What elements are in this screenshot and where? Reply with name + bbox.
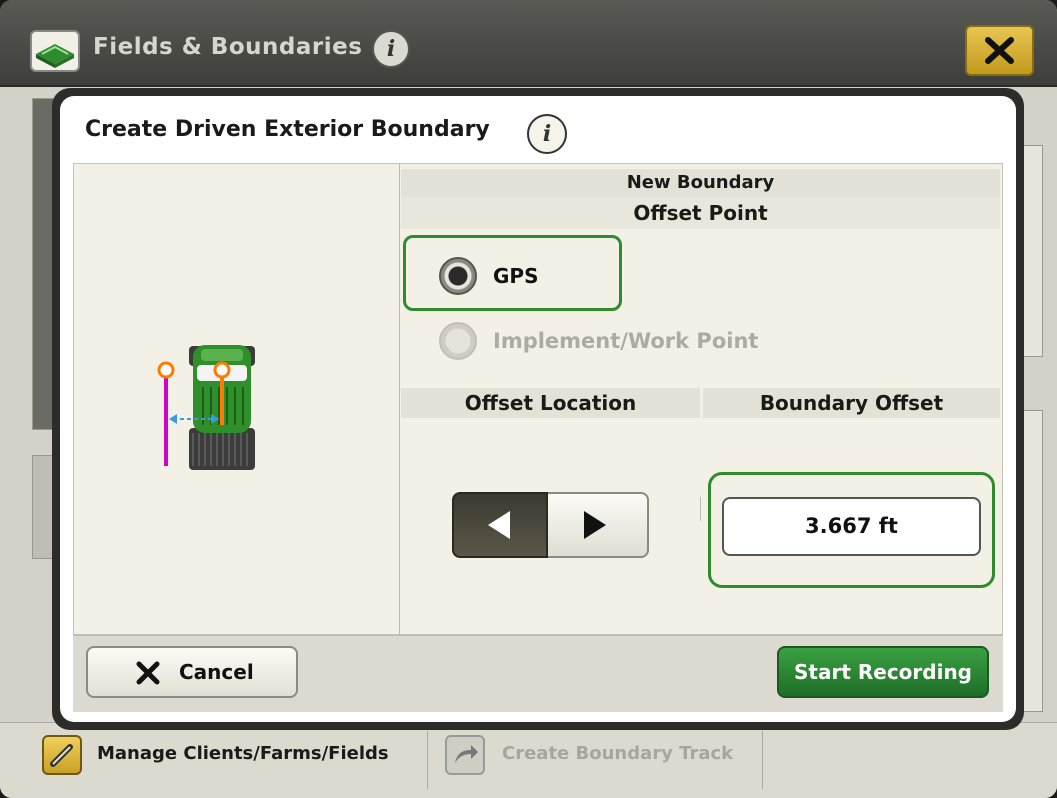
app-window: Fields & Boundaries i Manage Clients/Far… [0,0,1057,798]
fields-boundaries-icon [30,30,80,72]
close-button[interactable] [965,25,1034,76]
arrow-right-icon [584,511,606,539]
close-icon [136,661,160,685]
app-title: Fields & Boundaries [93,34,363,60]
implement-work-point-label: Implement/Work Point [493,329,759,353]
implement-work-point-radio [439,322,477,360]
title-bar: Fields & Boundaries i [0,0,1057,87]
offset-right-button[interactable] [548,492,649,558]
info-icon[interactable]: i [527,114,567,154]
bottom-bar: Manage Clients/Farms/Fields Create Bound… [0,722,1057,798]
offset-location-header: Offset Location [401,388,700,418]
pencil-icon[interactable] [42,735,82,775]
share-arrow-icon [445,735,485,775]
dialog-title: Create Driven Exterior Boundary [85,117,490,142]
close-icon [985,37,1014,64]
gps-label[interactable]: GPS [493,264,538,288]
manage-clients-farms-fields-button[interactable]: Manage Clients/Farms/Fields [97,743,389,764]
tractor-offset-illustration [157,345,255,470]
bottom-bar-divider [762,731,763,789]
start-recording-button[interactable]: Start Recording [777,646,989,698]
boundary-offset-header: Boundary Offset [703,388,1000,418]
boundary-offset-input[interactable]: 3.667 ft [722,497,981,556]
arrow-left-icon [488,511,510,539]
start-recording-label: Start Recording [794,660,972,684]
create-boundary-track-button: Create Boundary Track [502,743,734,764]
gps-radio[interactable] [439,257,477,295]
cancel-button[interactable]: Cancel [86,646,298,698]
bottom-bar-divider [427,731,428,789]
offset-divider [700,497,701,521]
offset-left-button[interactable] [452,492,548,558]
tractor-illustration-pane [73,163,400,635]
offset-point-header: Offset Point [401,197,1000,229]
info-icon[interactable]: i [372,30,410,68]
new-boundary-header: New Boundary [401,169,1000,197]
cancel-label: Cancel [179,660,254,684]
